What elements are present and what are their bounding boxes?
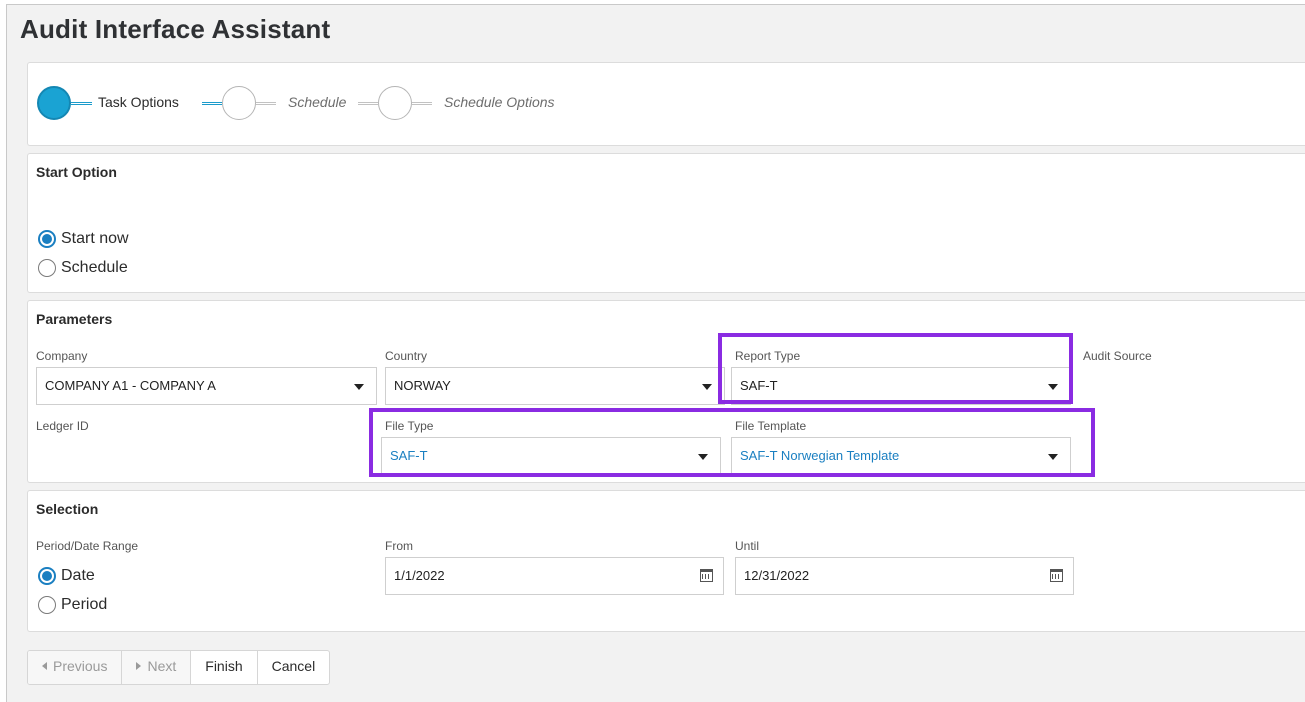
file-type-select[interactable]: SAF-T [381, 437, 721, 475]
finish-button[interactable]: Finish [191, 651, 258, 684]
file-type-label: File Type [385, 419, 434, 433]
step-connector [256, 102, 276, 105]
step-schedule-label[interactable]: Schedule [288, 94, 346, 110]
section-title-parameters: Parameters [36, 311, 113, 327]
step-task-options-circle[interactable] [37, 86, 71, 120]
chevron-down-icon[interactable] [702, 384, 712, 390]
audit-source-label: Audit Source [1083, 349, 1152, 363]
step-connector [202, 102, 222, 105]
start-option-panel: Start Option Start now Schedule [27, 153, 1305, 293]
stepper-panel: Task Options Schedule Schedule Options [27, 62, 1305, 146]
report-type-value: SAF-T [740, 378, 778, 393]
chevron-down-icon[interactable] [354, 384, 364, 390]
step-schedule-options-circle[interactable] [378, 86, 412, 120]
radio-label: Start now [61, 230, 129, 247]
file-type-value: SAF-T [390, 448, 428, 463]
radio-start-now[interactable]: Start now [38, 230, 129, 248]
step-connector [358, 102, 378, 105]
ledger-id-label: Ledger ID [36, 419, 89, 433]
previous-button-label: Previous [53, 658, 108, 674]
calendar-icon[interactable] [700, 569, 713, 582]
report-type-select[interactable]: SAF-T [731, 367, 1071, 405]
radio-date[interactable]: Date [38, 567, 95, 585]
radio-label: Period [61, 596, 108, 613]
step-schedule-circle[interactable] [222, 86, 256, 120]
until-date-input[interactable]: 12/31/2022 [735, 557, 1074, 595]
radio-schedule[interactable]: Schedule [38, 259, 128, 277]
chevron-down-icon[interactable] [1048, 454, 1058, 460]
section-title-selection: Selection [36, 501, 99, 517]
file-template-label: File Template [735, 419, 807, 433]
radio-checked-icon[interactable] [38, 230, 56, 248]
section-title-start-option: Start Option [36, 164, 117, 180]
radio-checked-icon[interactable] [38, 567, 56, 585]
company-label: Company [36, 349, 88, 363]
chevron-down-icon[interactable] [698, 454, 708, 460]
next-button-label: Next [147, 658, 177, 674]
wizard-button-bar: Previous Next Finish Cancel [27, 650, 331, 685]
radio-unchecked-icon[interactable] [38, 596, 56, 614]
company-select[interactable]: COMPANY A1 - COMPANY A [36, 367, 377, 405]
country-select[interactable]: NORWAY [385, 367, 725, 405]
from-date-input[interactable]: 1/1/2022 [385, 557, 724, 595]
step-task-options-label[interactable]: Task Options [98, 94, 179, 110]
chevron-right-icon [136, 662, 142, 671]
report-type-label: Report Type [735, 349, 801, 363]
radio-label: Date [61, 567, 95, 584]
from-label: From [385, 539, 413, 553]
finish-button-label: Finish [205, 658, 243, 674]
country-label: Country [385, 349, 428, 363]
page-title: Audit Interface Assistant [20, 14, 331, 44]
period-date-range-label: Period/Date Range [36, 539, 139, 553]
company-value: COMPANY A1 - COMPANY A [45, 378, 216, 393]
from-date-value: 1/1/2022 [394, 568, 445, 583]
radio-unchecked-icon[interactable] [38, 259, 56, 277]
calendar-icon[interactable] [1050, 569, 1063, 582]
selection-panel: Selection Period/Date Range Date Period … [27, 490, 1305, 632]
file-template-select[interactable]: SAF-T Norwegian Template [731, 437, 1071, 475]
step-connector [412, 102, 432, 105]
step-connector [71, 102, 92, 105]
radio-label: Schedule [61, 259, 128, 276]
next-button[interactable]: Next [122, 651, 192, 684]
until-date-value: 12/31/2022 [744, 568, 810, 583]
radio-period[interactable]: Period [38, 596, 107, 614]
step-schedule-options-label[interactable]: Schedule Options [444, 94, 555, 110]
until-label: Until [735, 539, 760, 553]
chevron-left-icon [42, 662, 47, 671]
country-value: NORWAY [394, 378, 451, 393]
cancel-button-label: Cancel [271, 658, 316, 674]
parameters-panel: Parameters Company COMPANY A1 - COMPANY … [27, 300, 1305, 483]
previous-button[interactable]: Previous [28, 651, 123, 684]
chevron-down-icon[interactable] [1048, 384, 1058, 390]
cancel-button[interactable]: Cancel [258, 651, 330, 684]
file-template-value: SAF-T Norwegian Template [740, 448, 900, 463]
